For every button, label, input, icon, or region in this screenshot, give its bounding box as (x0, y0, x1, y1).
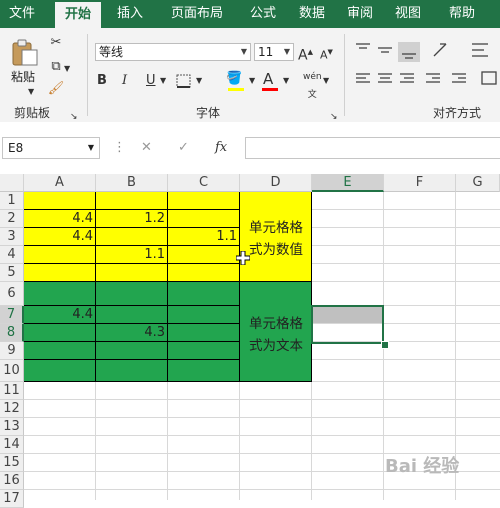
clipboard-group-label: 剪贴板 (14, 106, 51, 120)
formula-input[interactable] (245, 137, 500, 159)
column-header-a[interactable]: A (24, 174, 96, 192)
cell-border (24, 381, 312, 382)
font-name-combo[interactable]: 等线 ▼ (95, 43, 251, 61)
row-header-4[interactable]: 4 (0, 246, 24, 264)
row-header-15[interactable]: 15 (0, 454, 24, 472)
tab-formulas[interactable]: 公式 (241, 0, 285, 28)
row-header-2[interactable]: 2 (0, 210, 24, 228)
fill-color-icon[interactable]: 🪣 (226, 70, 242, 88)
font-size-combo[interactable]: 11 ▼ (254, 43, 294, 61)
row-header-17[interactable]: 17 (0, 490, 24, 508)
grow-font-icon[interactable]: A▲ (298, 43, 313, 65)
ribbon-home: 粘贴 ▼ ✂ ⧉ ▼ 🖌 剪贴板 ↘ 等线 ▼ 11 ▼ A▲ A▼ B I U… (0, 28, 500, 123)
selection-range[interactable] (311, 305, 384, 344)
chevron-down-icon[interactable]: ▼ (284, 44, 290, 60)
cancel-icon[interactable]: ✕ (141, 139, 152, 157)
column-header-c[interactable]: C (168, 174, 240, 192)
fill-dropdown-icon[interactable]: ▼ (249, 72, 255, 90)
column-header-d[interactable]: D (240, 174, 312, 192)
borders-dropdown-icon[interactable]: ▼ (196, 72, 202, 90)
copy-icon[interactable]: ⧉ (47, 58, 65, 76)
shrink-font-icon[interactable]: A▼ (320, 43, 333, 65)
font-color-dropdown-icon[interactable]: ▼ (283, 72, 289, 90)
cell-b2[interactable]: 1.2 (96, 210, 168, 228)
column-header-e[interactable]: E (312, 174, 384, 192)
row-header-14[interactable]: 14 (0, 436, 24, 454)
column-header-f[interactable]: F (384, 174, 456, 192)
group-separator (344, 34, 345, 116)
font-color-bar (262, 88, 278, 91)
phonetic-guide-icon[interactable]: wén 文 (303, 68, 322, 104)
cell-b4[interactable]: 1.1 (96, 246, 168, 264)
row-header-9[interactable]: 9 (0, 342, 24, 360)
note-text-format[interactable]: 单元格格式为文本 (240, 313, 312, 363)
row-header-5[interactable]: 5 (0, 264, 24, 282)
cell-border (24, 281, 312, 282)
copy-dropdown-icon[interactable]: ▼ (64, 60, 70, 78)
font-size-value: 11 (258, 45, 274, 59)
note-number-format[interactable]: 单元格格式为数值 (240, 217, 312, 267)
cut-icon[interactable]: ✂ (47, 34, 65, 52)
tab-review[interactable]: 审阅 (338, 0, 382, 28)
group-separator (87, 34, 88, 116)
underline-button[interactable]: U (146, 72, 156, 90)
cell-a3[interactable]: 4.4 (24, 228, 96, 246)
chevron-down-icon[interactable]: ▼ (88, 138, 94, 158)
paste-icon[interactable] (10, 38, 40, 66)
row-header-3[interactable]: 3 (0, 228, 24, 246)
tab-page-layout[interactable]: 页面布局 (161, 0, 233, 28)
alignment-group-label: 对齐方式 (433, 106, 482, 120)
tab-insert[interactable]: 插入 (108, 0, 152, 28)
fill-handle[interactable] (381, 341, 389, 349)
watermark-logo: Bai 经验 (385, 456, 460, 477)
font-group-label: 字体 (196, 106, 221, 120)
select-all-corner[interactable] (0, 174, 24, 192)
tab-file[interactable]: 文件 (0, 0, 44, 28)
cell-border (24, 359, 240, 360)
row-header-13[interactable]: 13 (0, 418, 24, 436)
column-header-g[interactable]: G (456, 174, 500, 192)
chevron-down-icon[interactable]: ▼ (241, 44, 247, 60)
font-color-icon[interactable]: A (263, 70, 273, 88)
insert-function-icon[interactable]: fx (215, 139, 227, 157)
cell-a2[interactable]: 4.4 (24, 210, 96, 228)
fill-color-bar (228, 88, 244, 91)
row-header-16[interactable]: 16 (0, 472, 24, 490)
row-header-7[interactable]: 7 (0, 306, 24, 324)
row-header-12[interactable]: 12 (0, 400, 24, 418)
row-header-11[interactable]: 11 (0, 382, 24, 400)
tab-home[interactable]: 开始 (55, 2, 101, 28)
tab-help[interactable]: 帮助 (440, 0, 484, 28)
cell-a7[interactable]: 4.4 (24, 306, 96, 324)
phonetic-dropdown-icon[interactable]: ▼ (323, 72, 329, 90)
borders-icon[interactable] (176, 74, 192, 88)
underline-dropdown-icon[interactable]: ▼ (160, 72, 166, 90)
row-header-10[interactable]: 10 (0, 360, 24, 382)
column-header-b[interactable]: B (96, 174, 168, 192)
row-header-1[interactable]: 1 (0, 192, 24, 210)
paste-dropdown-icon[interactable]: ▼ (28, 83, 34, 101)
row-header-8[interactable]: 8 (0, 324, 24, 342)
formula-bar-grip-icon: ⋮ (113, 140, 126, 155)
bold-button[interactable]: B (97, 72, 107, 90)
cell-c3[interactable]: 1.1 (168, 228, 240, 246)
enter-icon[interactable]: ✓ (178, 139, 189, 157)
cell-b8[interactable]: 4.3 (96, 324, 168, 342)
cell-cursor-icon (236, 251, 250, 265)
format-painter-icon[interactable]: 🖌 (47, 80, 65, 98)
alignment-icons[interactable] (354, 40, 500, 94)
name-box-value: E8 (8, 141, 24, 155)
row-header-6[interactable]: 6 (0, 282, 24, 306)
tab-data[interactable]: 数据 (290, 0, 334, 28)
tab-view[interactable]: 视图 (386, 0, 430, 28)
name-box[interactable]: E8 ▼ (2, 137, 100, 159)
italic-button[interactable]: I (122, 72, 127, 90)
ribbon-tab-bar: 文件 开始 插入 页面布局 公式 数据 审阅 视图 帮助 (0, 0, 500, 28)
font-name-value: 等线 (99, 45, 124, 59)
